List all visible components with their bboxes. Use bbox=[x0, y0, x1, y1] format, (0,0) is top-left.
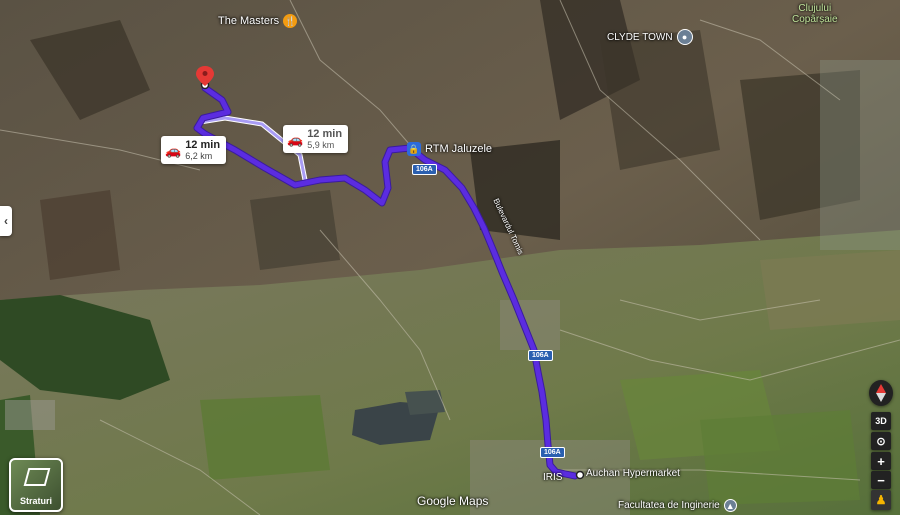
road-shield: 106A bbox=[412, 164, 437, 175]
route-info-primary[interactable]: 🚗 12 min 6,2 km bbox=[161, 136, 227, 164]
collapse-panel-button[interactable]: ‹ bbox=[0, 206, 12, 236]
route-distance: 5,9 km bbox=[307, 140, 335, 150]
place-icon: ● bbox=[676, 29, 693, 45]
car-icon: 🚗 bbox=[165, 142, 182, 158]
route-time: 12 min bbox=[307, 128, 343, 140]
chevron-left-icon: ‹ bbox=[4, 214, 8, 228]
road-shield: 106A bbox=[528, 350, 553, 361]
compass-button[interactable] bbox=[869, 380, 893, 406]
poi-label: CLYDE TOWN bbox=[607, 31, 673, 43]
compass-icon bbox=[876, 384, 886, 402]
road-shield: 106A bbox=[540, 447, 565, 458]
area-label-line1: Clujului bbox=[798, 3, 832, 14]
google-maps-attribution: Google Maps bbox=[417, 494, 489, 508]
poi-rtm-jaluzele[interactable]: 🔒 RTM Jaluzele bbox=[407, 142, 492, 156]
poi-auchan-label[interactable]: Auchan Hypermarket bbox=[586, 468, 680, 479]
layers-icon bbox=[23, 468, 51, 486]
restaurant-icon: 🍴 bbox=[283, 14, 298, 28]
route-info-alternate[interactable]: 🚗 12 min 5,9 km bbox=[283, 125, 349, 153]
poi-label: Facultatea de Inginerie bbox=[618, 500, 720, 511]
area-label: Clujului Copârșaie bbox=[792, 3, 838, 25]
layers-button[interactable]: Straturi bbox=[9, 458, 63, 512]
satellite-map[interactable] bbox=[0, 0, 900, 515]
route-end-marker bbox=[575, 470, 585, 480]
my-location-button[interactable]: ⊙ bbox=[871, 432, 891, 450]
poi-label: RTM Jaluzele bbox=[425, 143, 493, 155]
poi-the-masters[interactable]: The Masters 🍴 bbox=[218, 14, 298, 28]
poi-label: The Masters bbox=[218, 15, 280, 27]
school-icon: ▲ bbox=[723, 499, 737, 512]
layers-label: Straturi bbox=[19, 496, 52, 506]
car-icon: 🚗 bbox=[287, 131, 304, 147]
shop-lock-icon: 🔒 bbox=[407, 142, 421, 156]
poi-iris-label[interactable]: IRIS bbox=[543, 472, 562, 483]
poi-facultatea[interactable]: Facultatea de Inginerie ▲ bbox=[618, 499, 737, 512]
poi-clyde-town[interactable]: CLYDE TOWN ● bbox=[607, 29, 693, 45]
route-distance: 6,2 km bbox=[185, 151, 213, 161]
route-time: 12 min bbox=[185, 139, 221, 151]
zoom-in-button[interactable]: + bbox=[871, 452, 891, 470]
zoom-out-button[interactable]: − bbox=[871, 471, 891, 489]
area-label-line2: Copârșaie bbox=[792, 14, 838, 25]
location-target-icon: ⊙ bbox=[876, 435, 886, 448]
pegman-button[interactable]: ♟ bbox=[871, 490, 891, 510]
pegman-icon: ♟ bbox=[875, 493, 887, 507]
3d-button[interactable]: 3D bbox=[871, 412, 891, 430]
